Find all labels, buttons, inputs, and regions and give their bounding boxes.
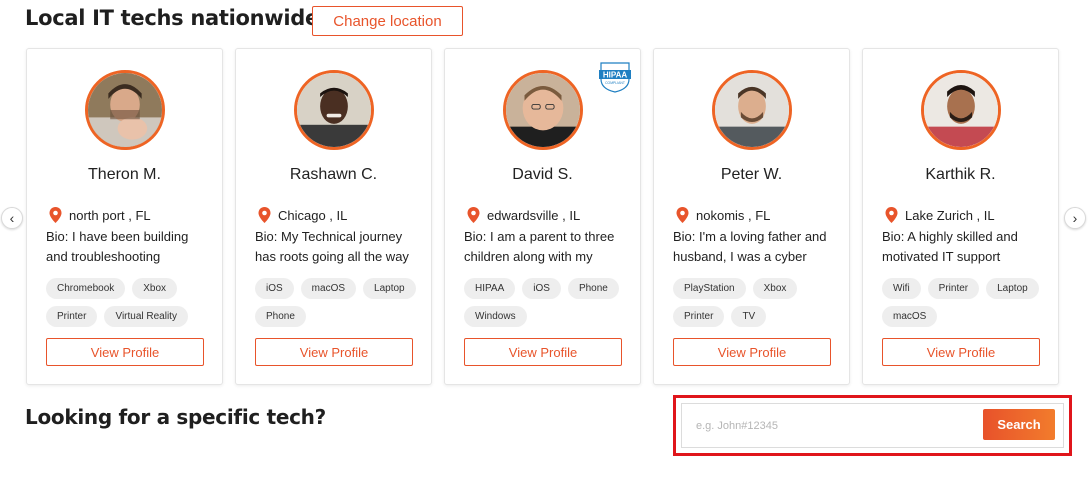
- location-text: edwardsville , IL: [487, 207, 581, 223]
- skill-tag: iOS: [522, 278, 561, 299]
- hipaa-badge-sub: COMPLIANT: [605, 81, 625, 85]
- skill-tag: Xbox: [752, 278, 798, 299]
- view-profile-button[interactable]: View Profile: [464, 338, 622, 366]
- location-pin-icon: [676, 207, 689, 223]
- tech-search-input[interactable]: [690, 411, 980, 441]
- avatar: [294, 70, 374, 150]
- tag-list: Wifi Printer Laptop macOS: [882, 278, 1052, 327]
- skill-tag: Printer: [927, 278, 980, 299]
- location-text: nokomis , FL: [696, 207, 771, 223]
- tag-list: HIPAA iOS Phone Windows: [464, 278, 634, 327]
- avatar: [85, 70, 165, 150]
- tech-location: north port , FL: [49, 207, 151, 223]
- tech-card: Theron M. north port , FL Bio: I have be…: [26, 48, 223, 385]
- tech-bio: Bio: My Technical journey has roots goin…: [255, 229, 409, 264]
- tech-bio: Bio: A highly skilled and motivated IT s…: [882, 229, 1018, 264]
- tag-list: PlayStation Xbox Printer TV: [673, 278, 843, 327]
- view-profile-button[interactable]: View Profile: [673, 338, 831, 366]
- tech-bio: Bio: I have been building and troublesho…: [46, 229, 189, 264]
- tech-name: Peter W.: [720, 166, 783, 183]
- view-profile-button[interactable]: View Profile: [882, 338, 1040, 366]
- skill-tag: Laptop: [986, 278, 1039, 299]
- skill-tag: Virtual Reality: [104, 306, 188, 327]
- location-text: Chicago , IL: [278, 207, 348, 223]
- tech-location: edwardsville , IL: [467, 207, 580, 223]
- tech-location: Chicago , IL: [258, 207, 347, 223]
- location-pin-icon: [49, 207, 62, 223]
- tech-location: Lake Zurich , IL: [885, 207, 995, 223]
- tech-name: Rashawn C.: [289, 166, 378, 183]
- skill-tag: macOS: [300, 278, 357, 299]
- chevron-left-icon: ‹: [9, 210, 15, 226]
- chevron-right-icon: ›: [1072, 210, 1078, 226]
- tech-card: Rashawn C. Chicago , IL Bio: My Technica…: [235, 48, 432, 385]
- tech-search-form: Search: [681, 403, 1064, 448]
- tech-card: HIPAA COMPLIANT David S. edwardsville , …: [444, 48, 641, 385]
- location-pin-icon: [467, 207, 480, 223]
- skill-tag: iOS: [255, 278, 294, 299]
- skill-tag: TV: [731, 306, 767, 327]
- skill-tag: Wifi: [882, 278, 921, 299]
- skill-tag: macOS: [882, 306, 938, 327]
- carousel-prev-button[interactable]: ‹: [1, 207, 23, 229]
- skill-tag: Phone: [255, 306, 306, 327]
- avatar: [921, 70, 1001, 150]
- skill-tag: PlayStation: [673, 278, 746, 299]
- skill-tag: HIPAA: [464, 278, 516, 299]
- change-location-button[interactable]: Change location: [312, 6, 463, 36]
- page-title: Local IT techs nationwide: [25, 6, 319, 30]
- tech-card: Peter W. nokomis , FL Bio: I'm a loving …: [653, 48, 850, 385]
- view-profile-button[interactable]: View Profile: [255, 338, 413, 366]
- tech-location: nokomis , FL: [676, 207, 770, 223]
- hipaa-shield-icon: HIPAA COMPLIANT: [599, 62, 631, 93]
- location-pin-icon: [258, 207, 271, 223]
- view-profile-button[interactable]: View Profile: [46, 338, 204, 366]
- skill-tag: Printer: [673, 306, 725, 327]
- tech-name: David S.: [512, 166, 573, 183]
- skill-tag: Printer: [46, 306, 98, 327]
- hipaa-badge-text: HIPAA: [603, 71, 628, 80]
- skill-tag: Xbox: [132, 278, 178, 299]
- skill-tag: Windows: [464, 306, 527, 327]
- specific-tech-heading: Looking for a specific tech?: [25, 405, 326, 429]
- skill-tag: Chromebook: [46, 278, 126, 299]
- tech-card: Karthik R. Lake Zurich , IL Bio: A highl…: [862, 48, 1059, 385]
- location-text: Lake Zurich , IL: [905, 207, 995, 223]
- tag-list: iOS macOS Laptop Phone: [255, 278, 425, 327]
- tech-name: Theron M.: [88, 166, 161, 183]
- skill-tag: Laptop: [363, 278, 416, 299]
- tech-bio: Bio: I am a parent to three children alo…: [464, 229, 615, 264]
- location-text: north port , FL: [69, 207, 151, 223]
- tech-name: Karthik R.: [925, 166, 996, 183]
- avatar: [503, 70, 583, 150]
- skill-tag: Phone: [567, 278, 619, 299]
- tag-list: Chromebook Xbox Printer Virtual Reality: [46, 278, 216, 327]
- location-pin-icon: [885, 207, 898, 223]
- tech-bio: Bio: I'm a loving father and husband, I …: [673, 229, 827, 264]
- search-button[interactable]: Search: [983, 409, 1055, 440]
- carousel-next-button[interactable]: ›: [1064, 207, 1086, 229]
- avatar: [712, 70, 792, 150]
